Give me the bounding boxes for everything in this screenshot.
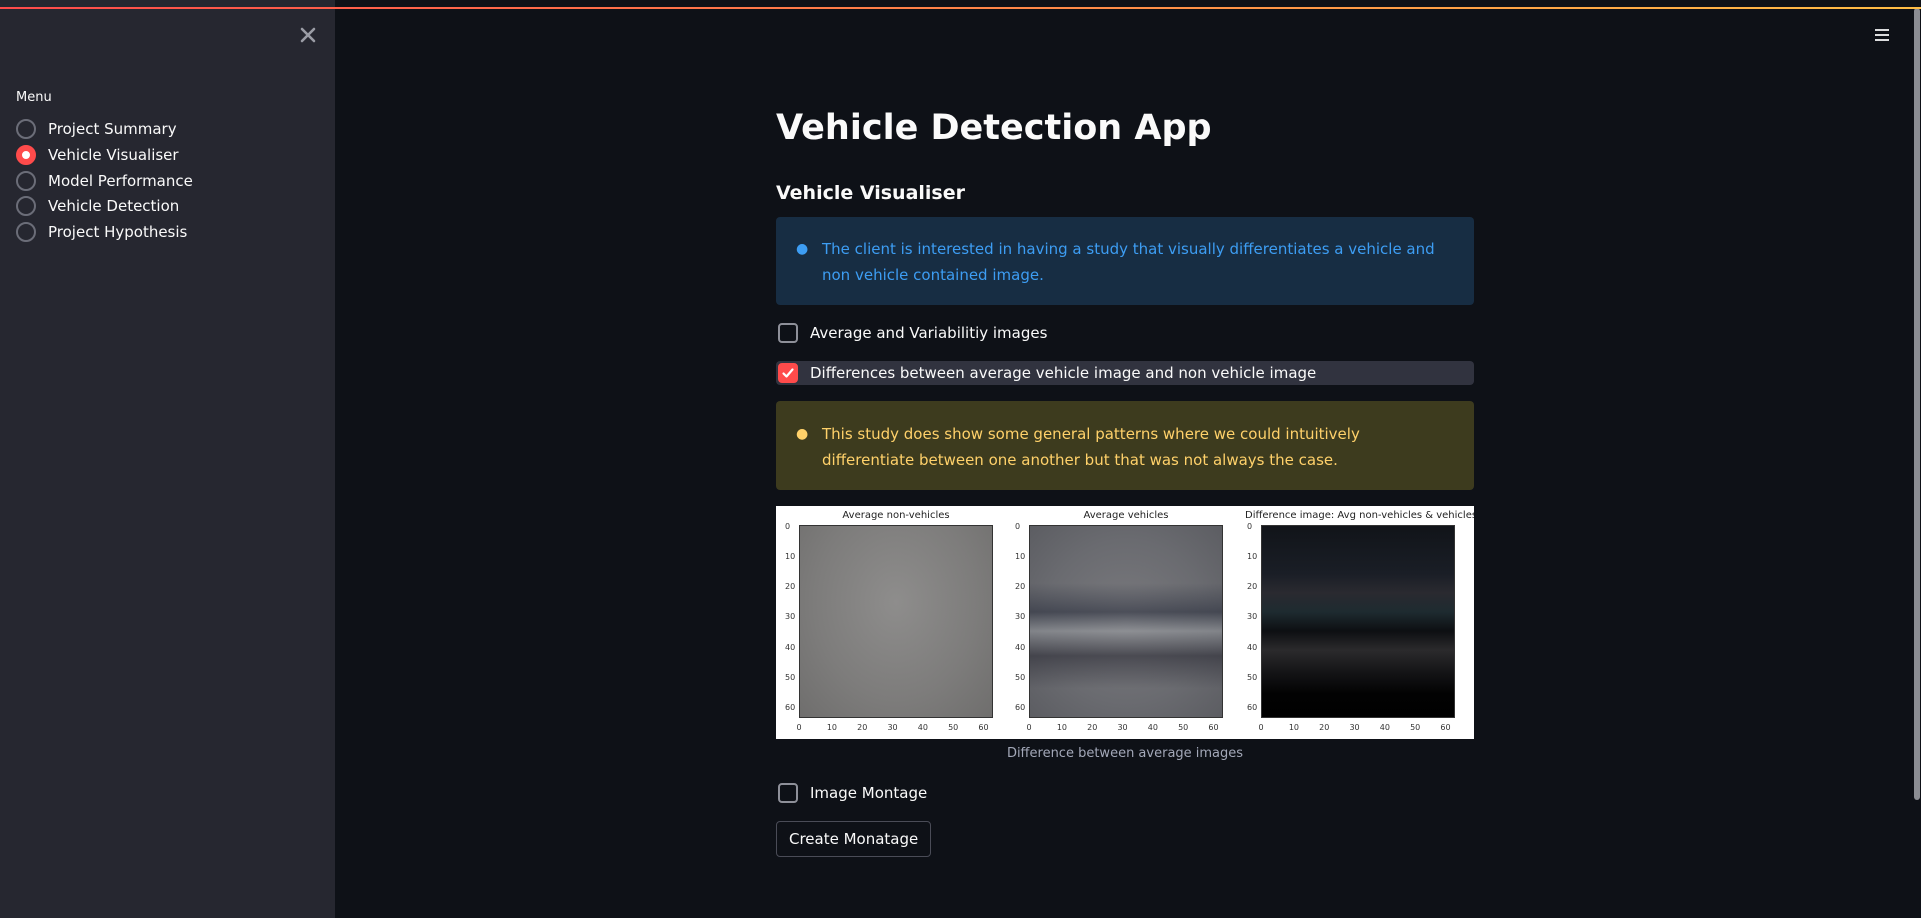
main-menu-button[interactable] <box>1873 26 1895 46</box>
x-tick-label: 30 <box>1117 723 1128 732</box>
y-tick-label: 50 <box>785 673 796 683</box>
radio-icon <box>16 119 36 139</box>
average-vehicles-image <box>1029 525 1223 718</box>
top-decoration-bar <box>0 7 1921 9</box>
y-tick-label: 50 <box>1015 673 1026 683</box>
x-tick-label: 10 <box>826 723 838 732</box>
section-subheader: Vehicle Visualiser <box>776 182 965 204</box>
y-tick-label: 30 <box>1247 612 1258 622</box>
sidebar-item-label: Vehicle Visualiser <box>48 146 179 164</box>
y-tick-label: 20 <box>785 582 796 592</box>
x-tick-label: 40 <box>1147 723 1158 732</box>
x-tick-label: 30 <box>1349 723 1360 732</box>
checkbox-label: Image Montage <box>810 784 928 802</box>
panel-title-vehicles: Average vehicles <box>1083 510 1169 521</box>
x-tick-label: 10 <box>1288 723 1300 732</box>
checkbox-average-variability[interactable]: Average and Variabilitiy images <box>776 321 1047 345</box>
y-tick-label: 40 <box>1015 642 1026 652</box>
x-tick-label: 50 <box>1178 723 1189 732</box>
x-tick-label: 60 <box>978 723 989 732</box>
x-tick-label: 20 <box>857 723 868 732</box>
sidebar-item-label: Model Performance <box>48 172 193 190</box>
bullet-icon: ● <box>796 426 809 442</box>
close-sidebar-button[interactable] <box>298 24 318 46</box>
checkbox-checked-icon <box>778 363 798 383</box>
warning-text: This study does show some general patter… <box>822 425 1360 469</box>
x-tick-label: 50 <box>1410 723 1421 732</box>
figure-caption: Difference between average images <box>1006 746 1244 761</box>
x-tick-label: 20 <box>1319 723 1330 732</box>
y-tick-label: 10 <box>1247 551 1258 561</box>
sidebar-item-vehicle-visualiser[interactable]: Vehicle Visualiser <box>16 143 179 167</box>
radio-icon <box>16 222 36 242</box>
close-icon <box>300 27 316 43</box>
bullet-icon: ● <box>796 241 809 257</box>
checkbox-label: Average and Variabilitiy images <box>810 324 1048 342</box>
checkbox-unchecked-icon <box>778 783 798 803</box>
x-tick-label: 0 <box>1258 723 1264 732</box>
checkbox-differences[interactable]: Differences between average vehicle imag… <box>776 361 1474 385</box>
y-tick-label: 60 <box>1247 703 1258 713</box>
warning-alert: ● This study does show some general patt… <box>776 401 1474 490</box>
panel-title-difference: Difference image: Avg non-vehicles & veh… <box>1245 510 1474 521</box>
checkbox-unchecked-icon <box>778 323 798 343</box>
hamburger-menu-icon <box>1875 29 1889 41</box>
info-text: The client is interested in having a stu… <box>822 240 1435 284</box>
sidebar-item-project-summary[interactable]: Project Summary <box>16 117 177 141</box>
x-tick-label: 0 <box>796 723 802 732</box>
difference-image <box>1261 525 1455 718</box>
x-tick-label: 50 <box>948 723 959 732</box>
y-tick-label: 20 <box>1247 582 1258 592</box>
average-images-figure: Average non-vehicles Average vehicles Di… <box>776 506 1474 739</box>
y-tick-label: 60 <box>785 703 796 713</box>
x-tick-label: 30 <box>887 723 898 732</box>
sidebar-item-project-hypothesis[interactable]: Project Hypothesis <box>16 220 187 244</box>
create-montage-button[interactable]: Create Monatage <box>776 821 932 857</box>
y-tick-label: 20 <box>1015 582 1026 592</box>
x-tick-label: 0 <box>1026 723 1032 732</box>
y-tick-label: 0 <box>1015 521 1021 531</box>
sidebar-item-model-performance[interactable]: Model Performance <box>16 169 193 193</box>
y-tick-label: 0 <box>785 521 791 531</box>
y-tick-label: 40 <box>785 642 796 652</box>
checkbox-image-montage[interactable]: Image Montage <box>776 781 927 805</box>
sidebar: Menu Project Summary Vehicle Visualiser … <box>0 0 335 918</box>
info-alert: ● The client is interested in having a s… <box>776 217 1474 305</box>
checkbox-label: Differences between average vehicle imag… <box>810 364 1317 382</box>
sidebar-item-vehicle-detection[interactable]: Vehicle Detection <box>16 194 179 218</box>
sidebar-item-label: Project Hypothesis <box>48 223 188 241</box>
average-non-vehicles-image <box>799 525 993 718</box>
x-tick-label: 10 <box>1056 723 1068 732</box>
menu-label: Menu <box>16 90 52 105</box>
scrollbar[interactable] <box>1914 8 1920 800</box>
y-tick-label: 30 <box>1015 612 1026 622</box>
x-tick-label: 40 <box>917 723 928 732</box>
panel-title-non-vehicles: Average non-vehicles <box>842 510 950 521</box>
y-tick-label: 30 <box>785 612 796 622</box>
x-tick-label: 60 <box>1208 723 1219 732</box>
checkmark-icon <box>782 368 794 378</box>
x-tick-label: 40 <box>1379 723 1390 732</box>
y-tick-label: 0 <box>1247 521 1253 531</box>
sidebar-item-label: Vehicle Detection <box>48 197 180 215</box>
y-tick-label: 10 <box>785 551 796 561</box>
y-tick-label: 50 <box>1247 673 1258 683</box>
radio-icon <box>16 171 36 191</box>
y-tick-label: 10 <box>1015 551 1026 561</box>
page-title: Vehicle Detection App <box>776 108 1212 148</box>
y-tick-label: 40 <box>1247 642 1258 652</box>
radio-selected-icon <box>16 145 36 165</box>
x-tick-label: 20 <box>1087 723 1098 732</box>
radio-icon <box>16 196 36 216</box>
x-tick-label: 60 <box>1440 723 1451 732</box>
sidebar-item-label: Project Summary <box>48 120 177 138</box>
y-tick-label: 60 <box>1015 703 1026 713</box>
